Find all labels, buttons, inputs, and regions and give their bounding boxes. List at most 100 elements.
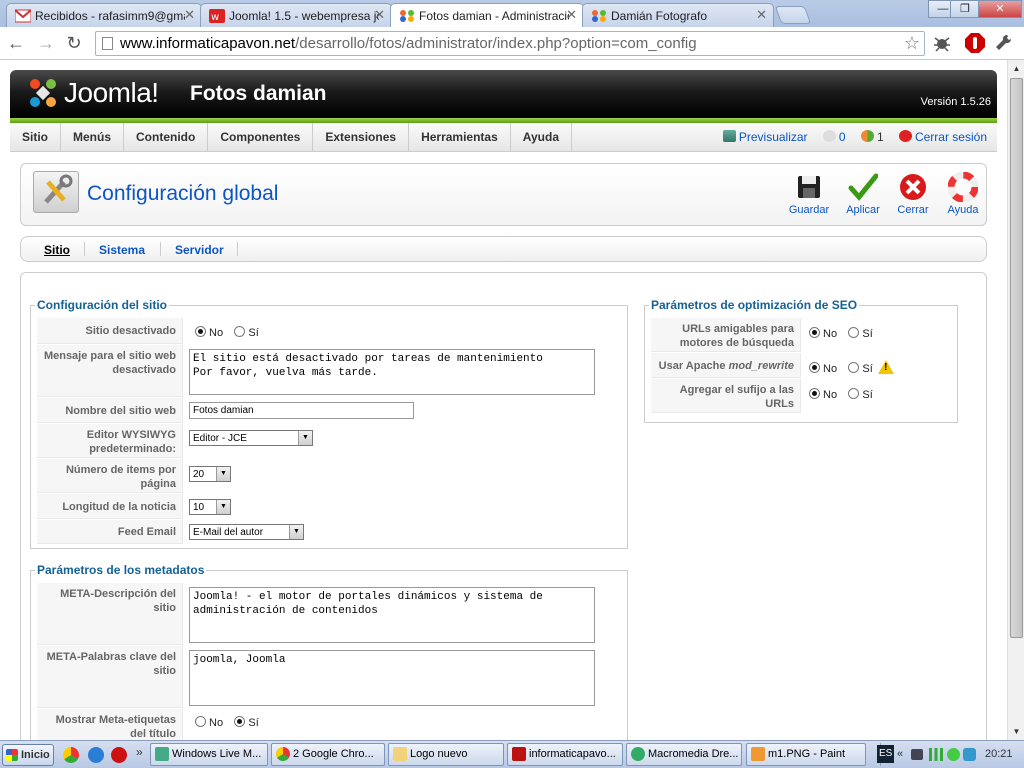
- messages-icon: [822, 130, 836, 142]
- sef-no-radio[interactable]: [809, 327, 820, 338]
- sef-yes-radio[interactable]: [848, 327, 860, 338]
- suffix-no-label: No: [823, 389, 838, 401]
- help-button[interactable]: Ayuda: [937, 172, 989, 216]
- extension-bug-icon[interactable]: [932, 33, 952, 53]
- editor-select[interactable]: Editor - JCE ▼: [189, 430, 313, 446]
- svg-text:w: w: [211, 12, 219, 23]
- warning-icon[interactable]: !: [878, 360, 895, 374]
- offline-no-radio[interactable]: [195, 326, 206, 337]
- menu-contenido[interactable]: Contenido: [124, 123, 209, 152]
- config-tools-icon: [33, 171, 79, 213]
- webempresa-icon: w: [209, 9, 225, 23]
- tab-sitio[interactable]: Sitio: [44, 243, 70, 257]
- sef-label: URLs amigables para motores de búsqueda: [651, 318, 801, 352]
- feed-limit-select[interactable]: 10 ▼: [189, 499, 231, 515]
- ie-quicklaunch-icon[interactable]: [88, 747, 104, 763]
- clock[interactable]: 20:21: [985, 743, 1013, 766]
- scroll-up-arrow-icon[interactable]: ▲: [1008, 60, 1024, 77]
- meta-keywords-textarea[interactable]: joomla, Joomla: [189, 650, 595, 706]
- tray-expand-icon[interactable]: «: [897, 743, 903, 766]
- editor-label: Editor WYSIWYG predeterminado:: [37, 424, 183, 458]
- task-filezilla[interactable]: informaticapavo...: [507, 743, 623, 766]
- feed-email-select[interactable]: E-Mail del autor ▼: [189, 524, 304, 540]
- dreamweaver-icon: [631, 747, 645, 761]
- menu-herramientas[interactable]: Herramientas: [409, 123, 511, 152]
- suffix-yes-label: Sí: [862, 389, 873, 401]
- browser-tab-damian[interactable]: Damián Fotografo ✕: [582, 3, 774, 27]
- task-paint[interactable]: m1.PNG - Paint: [746, 743, 866, 766]
- wrench-menu-icon[interactable]: [994, 33, 1012, 53]
- back-arrow-icon[interactable]: ←: [4, 32, 28, 54]
- offline-yes-radio[interactable]: [234, 326, 246, 337]
- close-icon[interactable]: ✕: [566, 7, 577, 23]
- volume-icon[interactable]: [911, 749, 923, 760]
- offline-message-textarea[interactable]: El sitio está desactivado por tareas de …: [189, 349, 595, 395]
- browser-tab-admin[interactable]: Fotos damian - Administración ✕: [390, 3, 584, 28]
- forward-arrow-icon[interactable]: →: [34, 32, 58, 54]
- rewrite-no-radio[interactable]: [809, 362, 820, 373]
- menu-sitio[interactable]: Sitio: [10, 123, 61, 152]
- close-icon[interactable]: ✕: [756, 7, 767, 23]
- close-icon[interactable]: ✕: [374, 7, 385, 23]
- metadata-fieldset: Parámetros de los metadatos META-Descrip…: [30, 563, 628, 740]
- task-chrome[interactable]: 2 Google Chro...: [271, 743, 385, 766]
- close-icon[interactable]: ✕: [184, 7, 195, 23]
- rewrite-label-prefix: Usar Apache: [658, 360, 729, 372]
- rewrite-yes-radio[interactable]: [848, 362, 860, 373]
- network-signal-icon[interactable]: [929, 748, 943, 761]
- dropdown-arrow-icon: ▼: [298, 431, 312, 445]
- close-window-button[interactable]: ✕: [978, 0, 1022, 18]
- address-bar[interactable]: www.informaticapavon.net/desarrollo/foto…: [95, 31, 925, 56]
- menu-extensiones[interactable]: Extensiones: [313, 123, 410, 152]
- list-limit-select[interactable]: 20 ▼: [189, 466, 231, 482]
- windows-flag-icon: [6, 749, 18, 761]
- joomla-icon: [400, 10, 414, 22]
- tab-sistema[interactable]: Sistema: [99, 243, 145, 257]
- language-indicator[interactable]: ES: [877, 745, 895, 763]
- tab-divider: [160, 242, 161, 256]
- new-tab-button[interactable]: [774, 6, 812, 24]
- quicklaunch-overflow-icon[interactable]: »: [136, 745, 143, 759]
- flash-quicklaunch-icon[interactable]: [111, 747, 127, 763]
- reload-icon[interactable]: ↻: [62, 32, 86, 54]
- scroll-down-arrow-icon[interactable]: ▼: [1008, 723, 1024, 740]
- rewrite-row: Usar Apache mod_rewrite No Sí !: [651, 353, 951, 378]
- bluetooth-tray-icon[interactable]: [963, 748, 976, 761]
- save-button[interactable]: Guardar: [783, 172, 835, 216]
- suffix-yes-radio[interactable]: [848, 388, 860, 399]
- logout-link[interactable]: Cerrar sesión: [915, 130, 987, 144]
- apply-button[interactable]: Aplicar: [837, 172, 889, 216]
- adblock-icon[interactable]: [964, 32, 986, 54]
- task-dreamweaver[interactable]: Macromedia Dre...: [626, 743, 742, 766]
- task-logo-nuevo[interactable]: Logo nuevo: [388, 743, 504, 766]
- meta-title-yes-radio[interactable]: [234, 716, 246, 727]
- sitename-input[interactable]: Fotos damian: [189, 402, 414, 419]
- browser-tab-webempresa[interactable]: w Joomla! 1.5 - webempresa joomla ✕: [200, 3, 392, 27]
- suffix-no-radio[interactable]: [809, 388, 820, 399]
- start-button[interactable]: Inicio: [2, 744, 54, 766]
- checkmark-icon: [848, 173, 878, 201]
- feed-limit-value: 10: [193, 502, 205, 513]
- browser-tab-gmail[interactable]: Recibidos - rafasimm9@gmail.com ✕: [6, 3, 202, 27]
- preview-link[interactable]: Previsualizar: [739, 130, 808, 144]
- messages-count[interactable]: 0: [839, 130, 846, 144]
- users-count: 1: [876, 130, 884, 144]
- menu-menus[interactable]: Menús: [61, 123, 125, 152]
- dropdown-arrow-icon: ▼: [216, 467, 230, 481]
- page-scrollbar[interactable]: ▲ ▼: [1007, 60, 1024, 740]
- messenger-tray-icon[interactable]: [947, 748, 960, 761]
- tab-servidor[interactable]: Servidor: [175, 243, 224, 257]
- maximize-button[interactable]: ❐: [950, 0, 980, 18]
- menu-ayuda[interactable]: Ayuda: [511, 123, 573, 152]
- menu-componentes[interactable]: Componentes: [208, 123, 314, 152]
- bookmark-star-icon[interactable]: ☆: [904, 32, 920, 55]
- meta-title-no-radio[interactable]: [195, 716, 206, 727]
- task-windows-live[interactable]: Windows Live M...: [150, 743, 268, 766]
- offline-message-row: Mensaje para el sitio web desactivado El…: [37, 345, 622, 397]
- meta-desc-textarea[interactable]: Joomla! - el motor de portales dinámicos…: [189, 587, 595, 643]
- start-label: Inicio: [21, 749, 50, 761]
- scroll-thumb[interactable]: [1010, 78, 1023, 638]
- meta-desc-label: META-Descripción del sitio: [37, 583, 183, 645]
- chrome-quicklaunch-icon[interactable]: [63, 747, 79, 763]
- cancel-button[interactable]: Cerrar: [887, 172, 939, 216]
